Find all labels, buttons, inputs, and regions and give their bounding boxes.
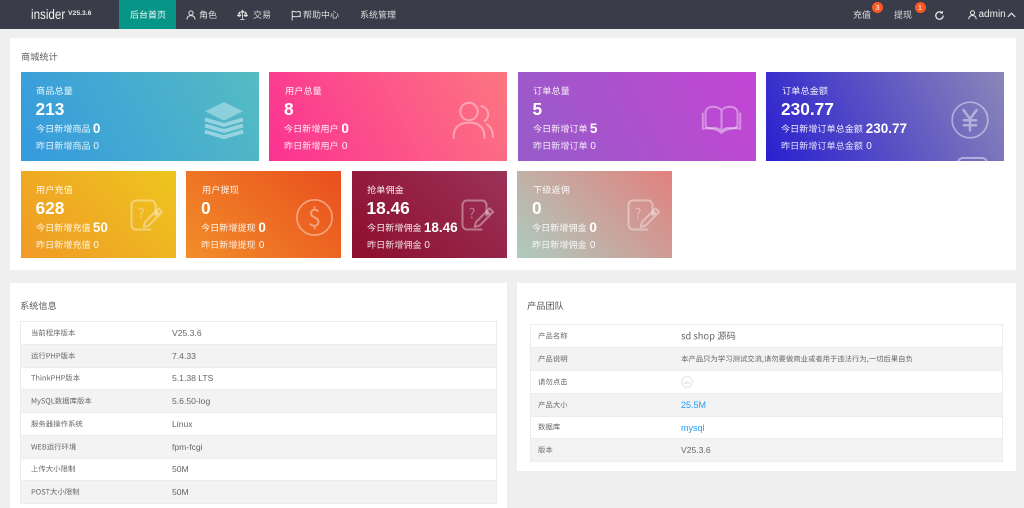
svg-text:404: 404: [684, 380, 691, 385]
